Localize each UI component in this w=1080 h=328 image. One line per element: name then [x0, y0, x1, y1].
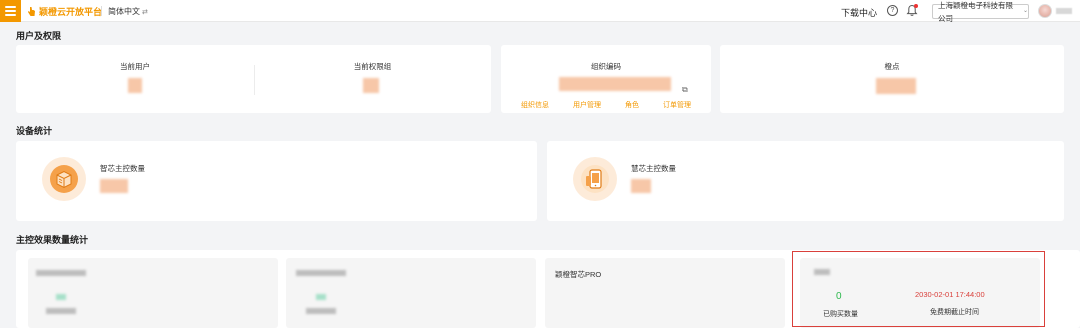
company-name: 上海颖橙电子科技有限公司: [938, 0, 1013, 23]
effect-count-redacted: [56, 294, 66, 300]
current-group-value-redacted: [363, 78, 379, 93]
effect-card-2: [286, 258, 536, 328]
effect-count-redacted: [316, 294, 326, 300]
language-label: 简体中文: [108, 7, 140, 16]
download-center-link[interactable]: 下载中心: [841, 6, 877, 19]
color-core-card: 慧芯主控数量: [547, 141, 1064, 221]
org-code-label: 组织编码: [591, 62, 621, 71]
help-icon[interactable]: ?: [887, 5, 898, 16]
chevron-down-icon: ⌄: [1022, 8, 1028, 14]
user-name-redacted[interactable]: [1056, 8, 1072, 14]
points-card: 橙点: [720, 45, 1064, 113]
device-icon: [573, 157, 617, 201]
effect-card-3-name: 颖橙智芯PRO: [555, 270, 602, 279]
org-code-value-redacted: [559, 77, 671, 91]
order-management-link[interactable]: 订单管理: [663, 100, 691, 110]
org-code-card: 组织编码 ⧉ 组织信息 用户管理 角色 订单管理: [501, 45, 711, 113]
points-label: 橙点: [884, 62, 900, 71]
smart-core-value-redacted: [100, 179, 128, 193]
user-info-card: 当前用户 当前权限组: [16, 45, 491, 113]
section-title-effects: 主控效果数量统计: [16, 235, 89, 245]
swap-icon: ⇄: [142, 8, 148, 16]
effect-card-1: [28, 258, 278, 328]
menu-toggle-button[interactable]: [0, 0, 21, 22]
avatar[interactable]: [1038, 4, 1052, 18]
section-title-users: 用户及权限: [16, 31, 62, 41]
notification-dot: [914, 4, 918, 8]
current-group-label: 当前权限组: [353, 62, 392, 71]
role-link[interactable]: 角色: [625, 100, 639, 110]
current-user-label: 当前用户: [120, 62, 150, 71]
org-info-link[interactable]: 组织信息: [521, 100, 549, 110]
smart-core-card: 智芯主控数量: [16, 141, 537, 221]
effect-label-redacted: [46, 308, 76, 314]
highlight-box: [792, 251, 1045, 327]
copy-icon[interactable]: ⧉: [682, 85, 688, 95]
smart-core-label: 智芯主控数量: [100, 164, 145, 173]
color-core-label: 慧芯主控数量: [631, 164, 676, 173]
color-core-value-redacted: [631, 179, 651, 193]
effect-name-redacted: [296, 270, 346, 276]
section-title-devices: 设备统计: [16, 126, 53, 136]
effect-name-redacted: [36, 270, 86, 276]
points-value-redacted: [876, 78, 916, 94]
logo[interactable]: 颖橙云开放平台: [27, 5, 102, 18]
hand-logo-icon: [28, 7, 35, 16]
header-divider: [101, 6, 102, 16]
logo-text: 颖橙云开放平台: [39, 7, 103, 17]
chip-box-icon: [42, 157, 86, 201]
top-header: 颖橙云开放平台 简体中文 ⇄ 下载中心 ? 上海颖橙电子科技有限公司 ⌄: [0, 0, 1080, 23]
effect-label-redacted: [306, 308, 336, 314]
current-user-value-redacted: [128, 78, 142, 93]
language-switcher[interactable]: 简体中文 ⇄: [108, 6, 148, 17]
effect-card-3: 颖橙智芯PRO: [545, 258, 785, 328]
company-selector[interactable]: 上海颖橙电子科技有限公司 ⌄: [932, 1, 1029, 23]
user-management-link[interactable]: 用户管理: [573, 100, 601, 110]
